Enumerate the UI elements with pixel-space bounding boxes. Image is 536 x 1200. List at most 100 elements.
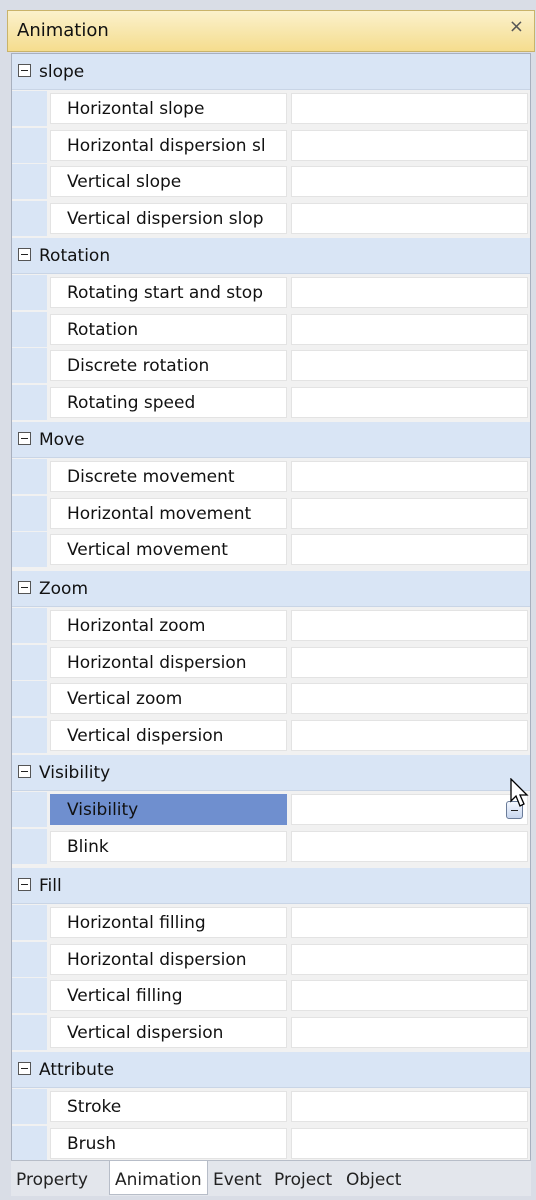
property-row[interactable]: Vertical dispersion slop — [12, 200, 530, 236]
property-row[interactable]: Horizontal movement — [12, 495, 530, 531]
property-name-label: Rotating start and stop — [67, 283, 263, 303]
property-row[interactable]: Vertical dispersion — [12, 1014, 530, 1050]
property-name-cell[interactable]: Visibility — [50, 794, 287, 825]
tab-animation[interactable]: Animation — [109, 1161, 208, 1195]
property-value-cell[interactable] — [291, 277, 528, 308]
property-row[interactable]: Stroke — [12, 1089, 530, 1124]
close-icon[interactable]: × — [509, 16, 524, 37]
property-name-label: Rotation — [67, 319, 139, 340]
property-row[interactable]: Vertical filling — [12, 978, 530, 1013]
property-name-cell[interactable]: Horizontal dispersion — [50, 943, 287, 975]
collapse-minus-icon[interactable] — [18, 581, 31, 594]
property-row[interactable]: Horizontal zoom — [12, 608, 530, 643]
property-row[interactable]: Horizontal filling — [12, 905, 530, 940]
category-header[interactable]: slope — [12, 54, 530, 90]
property-row[interactable]: Brush — [12, 1125, 530, 1160]
collapse-minus-icon[interactable] — [18, 248, 31, 261]
collapse-minus-icon[interactable] — [18, 64, 31, 77]
property-name-cell[interactable]: Stroke — [50, 1091, 287, 1122]
collapse-minus-icon[interactable] — [18, 878, 31, 891]
property-name-cell[interactable]: Vertical filling — [50, 980, 287, 1011]
property-name-cell[interactable]: Rotating speed — [50, 386, 287, 418]
property-row[interactable]: Vertical slope — [12, 164, 530, 199]
category-header[interactable]: Move — [12, 422, 530, 458]
property-value-cell[interactable] — [291, 386, 528, 418]
category-header[interactable]: Visibility — [12, 755, 530, 791]
property-value-cell[interactable] — [291, 313, 528, 345]
property-name-label: Discrete movement — [67, 467, 235, 487]
collapse-minus-icon[interactable] — [18, 765, 31, 778]
property-value-cell[interactable] — [291, 202, 528, 234]
property-value-cell[interactable] — [291, 907, 528, 938]
property-row[interactable]: Horizontal dispersion — [12, 644, 530, 680]
property-row[interactable]: Discrete movement — [12, 459, 530, 494]
tab-project[interactable]: Project — [269, 1161, 341, 1195]
row-gutter — [12, 941, 47, 977]
category-header[interactable]: Rotation — [12, 238, 530, 274]
property-name-cell[interactable]: Vertical movement — [50, 534, 287, 565]
property-name-cell[interactable]: Horizontal movement — [50, 497, 287, 529]
property-value-cell[interactable] — [291, 646, 528, 678]
property-name-cell[interactable]: Blink — [50, 830, 287, 862]
property-row[interactable]: Vertical dispersion — [12, 717, 530, 753]
property-row[interactable]: Vertical zoom — [12, 681, 530, 716]
property-name-cell[interactable]: Horizontal dispersion sl — [50, 129, 287, 161]
property-row[interactable]: Horizontal dispersion sl — [12, 127, 530, 163]
property-value-cell[interactable] — [291, 129, 528, 161]
property-name-label: Blink — [67, 836, 109, 857]
property-value-cell[interactable] — [291, 93, 528, 124]
tab-event[interactable]: Event — [208, 1161, 269, 1195]
property-name-cell[interactable]: Vertical zoom — [50, 683, 287, 714]
property-name-cell[interactable]: Discrete movement — [50, 461, 287, 492]
property-row[interactable]: Blink — [12, 828, 530, 864]
property-name-cell[interactable]: Horizontal slope — [50, 93, 287, 124]
property-value-cell[interactable] — [291, 497, 528, 529]
category-header[interactable]: Attribute — [12, 1052, 530, 1088]
tab-object[interactable]: Object — [341, 1161, 421, 1195]
category-label: Visibility — [39, 763, 111, 783]
property-row[interactable]: Rotating speed — [12, 384, 530, 420]
property-name-cell[interactable]: Vertical slope — [50, 166, 287, 197]
property-name-cell[interactable]: Discrete rotation — [50, 350, 287, 381]
category-header[interactable]: Zoom — [12, 571, 530, 607]
property-name-cell[interactable]: Horizontal zoom — [50, 610, 287, 641]
property-row[interactable]: Vertical movement — [12, 532, 530, 567]
property-row[interactable]: Discrete rotation — [12, 348, 530, 383]
collapse-minus-icon[interactable] — [18, 432, 31, 445]
property-row[interactable]: Rotation — [12, 311, 530, 347]
property-value-cell[interactable] — [291, 683, 528, 714]
property-row[interactable]: Visibility — [12, 792, 530, 827]
property-name-cell[interactable]: Vertical dispersion slop — [50, 202, 287, 234]
property-name-cell[interactable]: Horizontal dispersion — [50, 646, 287, 678]
property-value-cell[interactable] — [291, 534, 528, 565]
property-name-cell[interactable]: Horizontal filling — [50, 907, 287, 938]
panel-title-bar: Animation × — [7, 10, 535, 52]
property-value-cell[interactable] — [291, 166, 528, 197]
property-value-cell[interactable] — [291, 1016, 528, 1048]
property-value-cell[interactable] — [291, 943, 528, 975]
property-value-cell[interactable] — [291, 461, 528, 492]
property-name-cell[interactable]: Vertical dispersion — [50, 719, 287, 751]
property-value-cell[interactable] — [291, 830, 528, 862]
property-value-cell[interactable] — [291, 350, 528, 381]
property-value-cell[interactable] — [291, 980, 528, 1011]
property-value-cell[interactable] — [291, 719, 528, 751]
property-row[interactable]: Rotating start and stop — [12, 275, 530, 310]
property-name-cell[interactable]: Vertical dispersion — [50, 1016, 287, 1048]
property-name-cell[interactable]: Rotation — [50, 313, 287, 345]
collapse-minus-icon[interactable] — [18, 1062, 31, 1075]
property-name-label: Horizontal dispersion — [67, 652, 247, 673]
property-row[interactable]: Horizontal slope — [12, 91, 530, 126]
tab-property[interactable]: Property — [11, 1161, 109, 1195]
property-row[interactable]: Horizontal dispersion — [12, 941, 530, 977]
property-value-cell[interactable] — [291, 1091, 528, 1122]
ellipsis-button-icon[interactable] — [506, 801, 523, 819]
row-gutter — [12, 1014, 47, 1050]
property-name-cell[interactable]: Rotating start and stop — [50, 277, 287, 308]
row-gutter — [12, 164, 47, 199]
property-value-cell[interactable] — [291, 794, 528, 825]
property-value-cell[interactable] — [291, 1127, 528, 1159]
property-value-cell[interactable] — [291, 610, 528, 641]
property-name-cell[interactable]: Brush — [50, 1127, 287, 1159]
category-header[interactable]: Fill — [12, 868, 530, 904]
